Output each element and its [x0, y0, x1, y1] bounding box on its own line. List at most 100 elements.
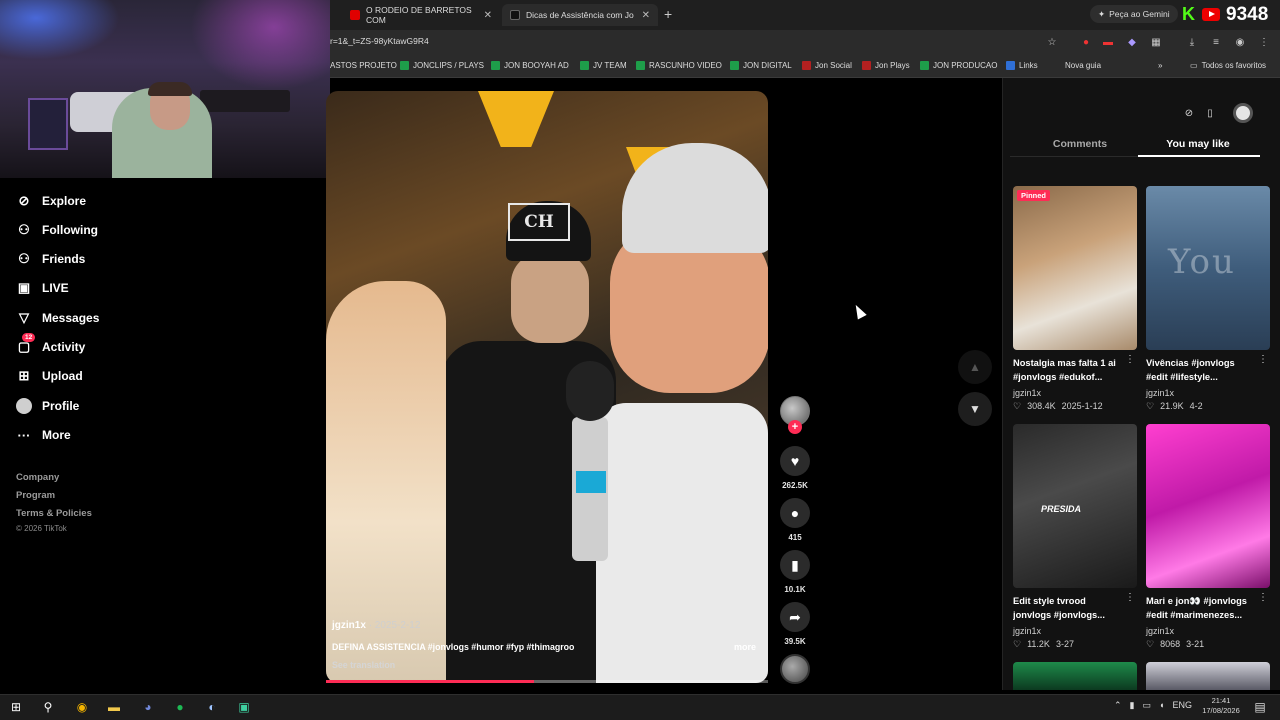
bookmark-item[interactable]: RASCUNHO VIDEO	[636, 61, 722, 70]
tab-you-may-like[interactable]: You may like	[1138, 138, 1258, 150]
follow-plus-icon[interactable]: +	[788, 420, 802, 434]
bookmark-star-icon[interactable]: ☆	[1044, 34, 1060, 50]
bookmark-item[interactable]: JON PRODUCAO	[920, 61, 997, 70]
bookmark-item[interactable]: JV TEAM	[580, 61, 627, 70]
music-disc-icon[interactable]	[780, 654, 810, 684]
gemini-button[interactable]: ✦ Peça ao Gemini	[1090, 5, 1178, 23]
video-player[interactable]: CH	[326, 91, 768, 683]
discord-icon[interactable]: ◕	[138, 698, 158, 716]
red-bookmark-icon	[862, 61, 871, 70]
system-tray[interactable]: ⌃ ▮ ▭ ◖ ENG	[1114, 700, 1192, 711]
file-explorer-icon[interactable]: ▬	[104, 698, 124, 716]
card-menu-icon[interactable]: ⋮	[1258, 354, 1268, 365]
share-button[interactable]: ➦	[780, 602, 810, 632]
windows-start-icon[interactable]: ⊞	[6, 698, 26, 716]
sidebar-item-friends[interactable]: ⚇ Friends	[16, 249, 85, 269]
user-avatar[interactable]	[1233, 103, 1253, 123]
chrome-icon[interactable]: ◉	[72, 698, 92, 716]
see-translation-link[interactable]: See translation	[332, 660, 395, 670]
card-title: Vivências #jonvlogs #edit #lifestyle...	[1146, 358, 1235, 382]
browser-tab-dicas[interactable]: Dicas de Assistência com Jo ✕	[502, 4, 658, 26]
bookmark-item[interactable]: JON BOOYAH AD	[491, 61, 569, 70]
new-tab-button[interactable]: +	[664, 6, 672, 22]
close-tab-icon[interactable]: ✕	[642, 10, 650, 21]
profile-icon[interactable]: ◉	[1232, 34, 1248, 50]
recommended-video-card[interactable]: Pinned ⋮ Nostalgia mas falta 1 ai #jonvl…	[1013, 186, 1137, 412]
man-in-white-cap	[596, 143, 768, 683]
sidebar-item-more[interactable]: ··· More	[16, 425, 71, 445]
bookmark-item[interactable]: JON DIGITAL	[730, 61, 792, 70]
sidebar-item-following[interactable]: ⚇ Following	[16, 220, 98, 240]
video-thumbnail: PRESIDA	[1013, 424, 1137, 588]
extensions-puzzle-icon[interactable]: ▦	[1148, 34, 1164, 50]
search-icon[interactable]: ⚲	[38, 698, 58, 716]
clock[interactable]: 21:41 17/08/2026	[1200, 696, 1242, 716]
app-icon[interactable]: ▣	[234, 698, 254, 716]
recommended-video-card-partial[interactable]	[1013, 662, 1137, 690]
card-author: jgzin1x	[1146, 626, 1175, 636]
send-icon: ▽	[19, 310, 29, 325]
tab-comments[interactable]: Comments	[1020, 138, 1140, 150]
card-title: Nostalgia mas falta 1 ai #jonvlogs #eduk…	[1013, 358, 1116, 382]
screen: O RODEIO DE BARRETOS COM ✕ Dicas de Assi…	[0, 0, 1280, 720]
bookmark-item[interactable]: Nova guia	[1065, 61, 1101, 70]
bookmark-item[interactable]: ASTOS PROJETO	[330, 61, 397, 70]
download-icon[interactable]: ⤓	[1184, 34, 1200, 50]
comment-button[interactable]: ●	[780, 498, 810, 528]
recommended-video-card[interactable]: ⋮ Mari e jon👀 #jonvlogs #edit #marimenez…	[1146, 424, 1270, 650]
volume-icon[interactable]: ◖	[1159, 700, 1164, 711]
sidebar-item-upload[interactable]: ⊞ Upload	[16, 366, 83, 386]
compass-icon[interactable]: ⊘	[1180, 104, 1198, 122]
card-menu-icon[interactable]: ⋮	[1125, 354, 1135, 365]
video-progress-bar[interactable]	[326, 680, 768, 683]
heart-outline-icon: ♡	[1013, 401, 1022, 411]
next-video-button[interactable]: ▼	[958, 392, 992, 426]
tray-overflow-icon[interactable]: ⌃	[1114, 700, 1122, 711]
previous-video-button[interactable]: ▲	[958, 350, 992, 384]
bookmarks-overflow-icon[interactable]: »	[1158, 61, 1162, 70]
recommended-video-card[interactable]: PRESIDA ⋮ Edit style tvrood jonvlogs #jo…	[1013, 424, 1137, 650]
device-icon[interactable]: ▯	[1201, 104, 1219, 122]
media-control-icon[interactable]: ≡	[1208, 34, 1224, 50]
bookmark-item[interactable]: Jon Social	[802, 61, 852, 70]
notifications-icon[interactable]: ▤	[1250, 698, 1270, 716]
sidebar-item-messages[interactable]: ▽ Messages	[16, 308, 99, 328]
recommended-video-card[interactable]: You ⋮ Vivências #jonvlogs #edit #lifesty…	[1146, 186, 1270, 412]
network-icon[interactable]: ▭	[1143, 700, 1152, 711]
microphone-icon[interactable]: ▮	[1130, 700, 1135, 711]
save-button[interactable]: ▮	[780, 550, 810, 580]
recommended-video-card-partial[interactable]	[1146, 662, 1270, 690]
steam-icon[interactable]: ◐	[202, 698, 222, 716]
youtube-logo-icon	[1202, 8, 1220, 21]
more-button[interactable]: more	[734, 642, 756, 652]
sidebar-item-activity[interactable]: ▢ 12 Activity	[16, 333, 85, 357]
sidebar-item-explore[interactable]: ⊘ Explore	[16, 191, 86, 211]
card-menu-icon[interactable]: ⋮	[1125, 592, 1135, 603]
extension-red-icon[interactable]: ●	[1078, 34, 1094, 50]
card-menu-icon[interactable]: ⋮	[1258, 592, 1268, 603]
extension-purple-icon[interactable]: ◆	[1124, 34, 1140, 50]
video-author[interactable]: jgzin1x	[332, 620, 366, 631]
all-bookmarks[interactable]: ▭ Todos os favoritos	[1190, 61, 1266, 70]
footer-link-terms[interactable]: Terms & Policies	[16, 508, 92, 519]
spotify-icon[interactable]: ●	[170, 698, 190, 716]
video-thumbnail: Pinned	[1013, 186, 1137, 350]
extension-bar-icon[interactable]: ▬	[1100, 34, 1116, 50]
footer-link-company[interactable]: Company	[16, 472, 59, 483]
bookmark-item[interactable]: Links	[1006, 61, 1038, 70]
bookmark-label: JON DIGITAL	[743, 61, 792, 70]
mic-head	[566, 361, 614, 421]
sidebar-item-live[interactable]: ▣ LIVE	[16, 278, 69, 298]
browser-tab-rodeio[interactable]: O RODEIO DE BARRETOS COM ✕	[342, 4, 500, 26]
sidebar-item-profile[interactable]: Profile	[16, 396, 79, 416]
bookmark-item[interactable]: Jon Plays	[862, 61, 910, 70]
language-indicator[interactable]: ENG	[1172, 700, 1192, 711]
url-field[interactable]: r=1&_t=ZS-98yKtawG9R4	[330, 36, 429, 46]
green-folder-icon	[400, 61, 409, 70]
like-button[interactable]: ♥	[780, 446, 810, 476]
menu-kebab-icon[interactable]: ⋮	[1256, 34, 1272, 50]
close-tab-icon[interactable]: ✕	[484, 10, 492, 21]
share-count: 39.5K	[784, 637, 806, 646]
bookmark-item[interactable]: JONCLIPS / PLAYS	[400, 61, 484, 70]
footer-link-program[interactable]: Program	[16, 490, 55, 501]
